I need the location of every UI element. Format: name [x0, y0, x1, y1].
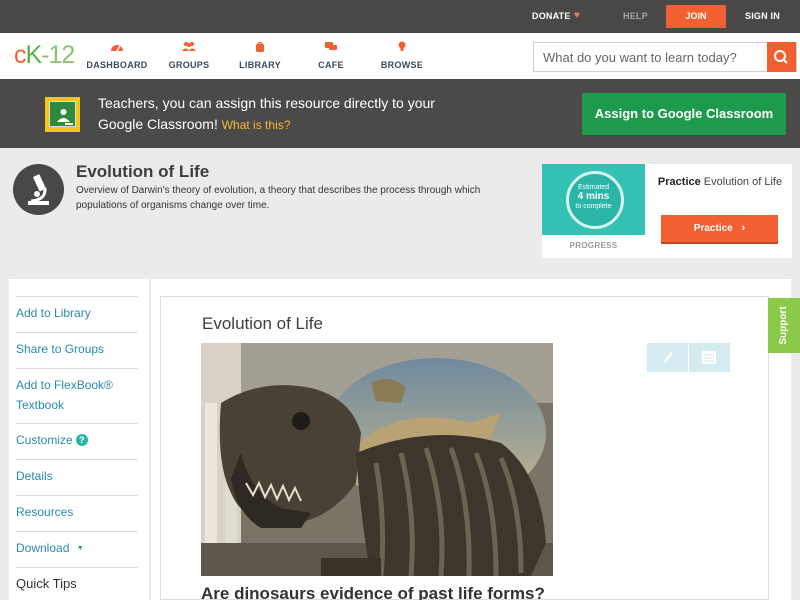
- chevron-right-icon: ›: [741, 222, 746, 234]
- microscope-icon: [13, 164, 64, 215]
- concept-title: Evolution of Life: [76, 162, 210, 181]
- ck12-logo[interactable]: cK-12: [14, 41, 75, 70]
- assign-google-classroom-button[interactable]: Assign to Google Classroom: [582, 93, 786, 135]
- library-bag-icon: [256, 41, 264, 52]
- cafe-chat-icon: [325, 42, 337, 50]
- utility-bar: DONATE ♥ HELP JOIN SIGN IN: [0, 0, 800, 33]
- help-link[interactable]: HELP: [623, 11, 648, 21]
- nav-dashboard[interactable]: DASHBOARD: [82, 41, 152, 70]
- annotation-toolbar: [647, 343, 730, 372]
- sign-in-link[interactable]: SIGN IN: [745, 11, 780, 21]
- support-tab[interactable]: Support: [768, 298, 800, 353]
- sidebar-item-details[interactable]: Details: [16, 459, 138, 486]
- nav-library[interactable]: LIBRARY: [225, 41, 295, 70]
- help-icon[interactable]: ?: [75, 434, 88, 446]
- nav-groups[interactable]: GROUPS: [154, 41, 224, 70]
- google-classroom-icon: [45, 97, 80, 132]
- sidebar-item-add-to-library[interactable]: Add to Library: [16, 296, 138, 323]
- progress-label: PROGRESS: [569, 241, 618, 250]
- sidebar-item-add-to-flexbook[interactable]: Add to FlexBook® Textbook: [16, 368, 138, 415]
- sidebar: Add to Library Share to Groups Add to Fl…: [9, 279, 149, 600]
- caret-down-icon: ▼: [76, 545, 84, 552]
- nav-browse[interactable]: BROWSE: [367, 41, 437, 70]
- practice-button[interactable]: Practice ›: [661, 215, 778, 244]
- groups-people-icon: [182, 42, 196, 51]
- notes-icon[interactable]: [701, 350, 717, 365]
- search-input[interactable]: [534, 43, 768, 71]
- main-nav: cK-12 DASHBOARD GROUPS LIBRARY CAFE BROW…: [0, 33, 800, 79]
- concept-description: Overview of Darwin's theory of evolution…: [76, 185, 481, 211]
- pencil-icon[interactable]: [661, 350, 675, 365]
- browse-bulb-icon: [398, 41, 406, 51]
- sidebar-item-share-to-groups[interactable]: Share to Groups: [16, 332, 138, 359]
- nav-cafe[interactable]: CAFE: [296, 41, 366, 70]
- search-box: [533, 42, 797, 72]
- practice-card: Estimated 4 mins to complete PROGRESS Pr…: [542, 164, 792, 258]
- estimated-time-badge: Estimated 4 mins to complete: [542, 164, 645, 235]
- what-is-this-link[interactable]: What is this?: [222, 118, 291, 132]
- sidebar-item-resources[interactable]: Resources: [16, 495, 138, 522]
- join-button[interactable]: JOIN: [666, 5, 726, 28]
- dinosaur-skeleton-image: [201, 343, 553, 576]
- classroom-banner: Teachers, you can assign this resource d…: [0, 79, 800, 148]
- dashboard-gauge-icon: [111, 45, 123, 52]
- search-icon: [774, 50, 788, 64]
- heart-icon: ♥: [574, 10, 580, 21]
- sidebar-item-download[interactable]: Download ▼: [16, 531, 138, 559]
- sidebar-item-quick-tips[interactable]: Quick Tips: [16, 567, 138, 594]
- sidebar-item-customize[interactable]: Customize?: [16, 423, 138, 450]
- practice-title: Practice Evolution of Life: [657, 176, 783, 188]
- lesson-question: Are dinosaurs evidence of past life form…: [201, 584, 545, 600]
- search-button[interactable]: [767, 42, 796, 72]
- concept-header: Evolution of Life Overview of Darwin's t…: [0, 148, 800, 278]
- lesson-title: Evolution of Life: [202, 314, 323, 333]
- classroom-message: Teachers, you can assign this resource d…: [98, 95, 435, 132]
- donate-link[interactable]: DONATE: [532, 11, 571, 21]
